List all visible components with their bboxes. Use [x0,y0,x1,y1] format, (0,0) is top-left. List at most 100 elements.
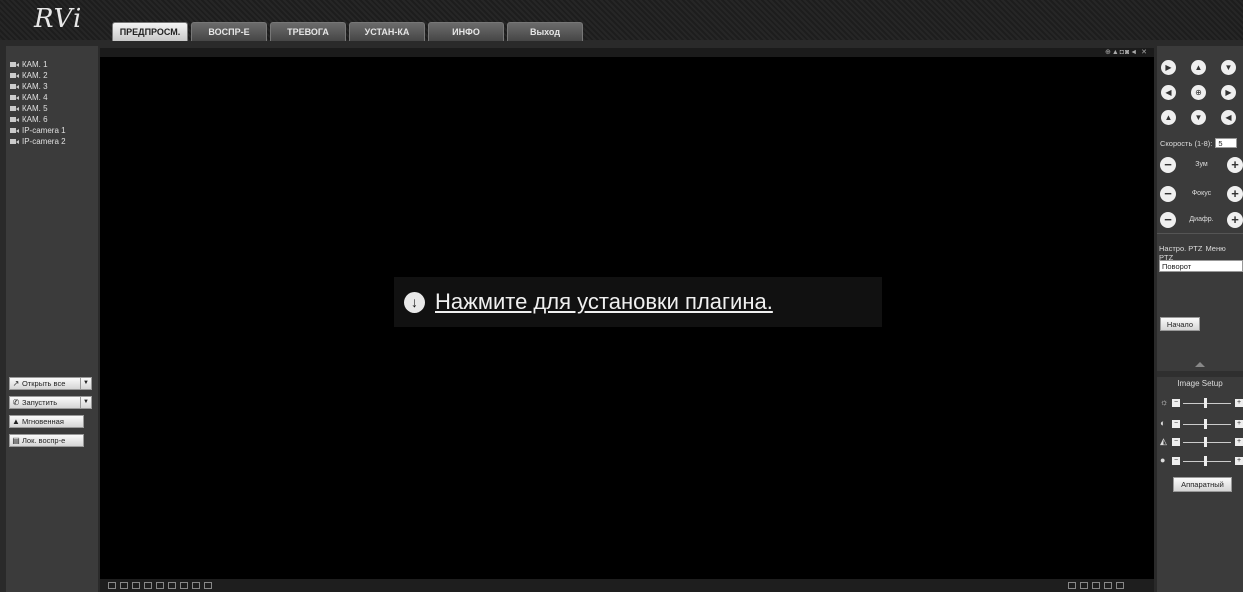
start-talk-button[interactable]: ✆ Запустить ▼ [9,396,92,409]
chevron-down-icon[interactable]: ▼ [80,397,91,408]
fullscreen-icon[interactable] [1080,582,1088,589]
ptz-up-button[interactable]: ▲ [1191,60,1206,75]
video-tool-icons[interactable]: ⊕▲◘◙◄ ✕ [1105,48,1148,56]
contrast-handle[interactable] [1204,419,1207,429]
brightness-minus-button[interactable]: − [1172,399,1180,407]
hue-icon: ● [1160,455,1166,465]
multi-view-icon[interactable] [1116,582,1124,589]
hue-minus-button[interactable]: − [1172,457,1180,465]
video-toolbar: ⊕▲◘◙◄ ✕ [100,48,1154,57]
snapshot-button[interactable]: ▲ Мгновенная [9,415,84,428]
speed-select[interactable]: 5 [1215,138,1238,148]
local-playback-button[interactable]: ▤ Лок. воспр-е [9,434,84,447]
tab-playback[interactable]: ВОСПР-Е [191,22,267,41]
camera-item[interactable]: КАМ. 4 [10,92,98,103]
tab-alarm[interactable]: ТРЕВОГА [270,22,346,41]
layout-icon[interactable] [180,582,188,589]
grid-view-icon[interactable] [1104,582,1112,589]
camera-label: КАМ. 4 [22,93,48,102]
action-buttons: ↗ Открыть все ▼ ✆ Запустить ▼ ▲ Мгновенная ▤ Л… [6,377,92,453]
ptz-down-left-button[interactable]: ▲ [1161,110,1176,125]
saturation-plus-button[interactable]: + [1235,438,1243,446]
zoom-in-button[interactable]: + [1227,157,1243,173]
ptz-zoom-area-button[interactable]: ⊕ [1191,85,1206,100]
collapse-icon[interactable] [1195,362,1205,367]
layout-icon[interactable] [204,582,212,589]
tab-logout[interactable]: Выход [507,22,583,41]
ptz-start-button[interactable]: Начало [1160,317,1200,331]
phone-icon: ✆ [12,398,20,407]
download-icon[interactable]: ↓ [404,291,425,313]
hue-handle[interactable] [1204,456,1207,466]
hue-plus-button[interactable]: + [1235,457,1243,465]
layout-icon[interactable] [156,582,164,589]
camera-item[interactable]: КАМ. 2 [10,70,98,81]
slider-track [1183,403,1231,404]
hardware-button[interactable]: Аппаратный [1173,477,1232,492]
camera-item[interactable]: IP-camera 2 [10,136,98,147]
camera-icon [10,73,19,78]
chevron-down-icon[interactable]: ▼ [80,378,91,389]
camera-panel: КАМ. 1 КАМ. 2 КАМ. 3 КАМ. 4 КАМ. 5 КАМ. … [6,46,98,592]
layout-icon[interactable] [108,582,116,589]
slider-track [1183,461,1231,462]
layout-icon[interactable] [168,582,176,589]
contrast-plus-button[interactable]: + [1235,420,1243,428]
camera-icon [10,84,19,89]
camera-label: КАМ. 1 [22,60,48,69]
brightness-plus-button[interactable]: + [1235,399,1243,407]
quad-view-icon[interactable] [1092,582,1100,589]
contrast-slider: ◐ − + [1160,418,1243,429]
tab-info[interactable]: ИНФО [428,22,504,41]
plugin-install-link[interactable]: Нажмите для установки плагина. [435,289,773,315]
saturation-handle[interactable] [1204,437,1207,447]
warning-icon: ▲ [12,417,20,426]
camera-label: КАМ. 5 [22,104,48,113]
ptz-panel: ▶ ▲ ▼ ◀ ⊕ ▶ ▲ ▼ ◀ Скорость (1-8): 5 − Зу… [1157,46,1243,592]
open-icon: ↗ [12,379,20,388]
iris-plus-button[interactable]: + [1227,212,1243,228]
layout-icon[interactable] [144,582,152,589]
ptz-up-right-button[interactable]: ▼ [1221,60,1236,75]
camera-label: IP-camera 1 [22,126,66,135]
view-buttons [1068,582,1124,589]
ptz-up-left-button[interactable]: ▶ [1161,60,1176,75]
ptz-mode-select[interactable]: Поворот [1159,260,1243,272]
camera-icon [10,139,19,144]
image-setup-title: Image Setup [1177,379,1223,388]
single-view-icon[interactable] [1068,582,1076,589]
tab-ptz-setup[interactable]: Настро. PTZ [1159,244,1202,253]
tab-setup[interactable]: УСТАН-КА [349,22,425,41]
focus-control: − Фокус + [1160,186,1243,203]
saturation-minus-button[interactable]: − [1172,438,1180,446]
camera-item[interactable]: КАМ. 5 [10,103,98,114]
camera-label: IP-camera 2 [22,137,66,146]
brightness-icon: ☼ [1160,397,1169,407]
layout-icon[interactable] [132,582,140,589]
plugin-install-banner: ↓ Нажмите для установки плагина. [394,277,882,327]
contrast-icon: ◐ [1160,418,1166,428]
camera-item[interactable]: КАМ. 6 [10,114,98,125]
layout-icon[interactable] [192,582,200,589]
camera-label: КАМ. 6 [22,115,48,124]
layout-icon[interactable] [120,582,128,589]
contrast-minus-button[interactable]: − [1172,420,1180,428]
camera-label: КАМ. 3 [22,82,48,91]
ptz-left-button[interactable]: ◀ [1161,85,1176,100]
ptz-down-button[interactable]: ▼ [1191,110,1206,125]
camera-icon [10,62,19,67]
saturation-icon: ◭ [1160,436,1167,446]
camera-item[interactable]: КАМ. 3 [10,81,98,92]
main-nav: ПРЕДПРОСМ. ВОСПР-Е ТРЕВОГА УСТАН-КА ИНФО… [112,22,583,41]
ptz-right-button[interactable]: ▶ [1221,85,1236,100]
camera-icon [10,117,19,122]
open-all-button[interactable]: ↗ Открыть все ▼ [9,377,92,390]
zoom-control: − Зум + [1160,157,1243,174]
ptz-down-right-button[interactable]: ◀ [1221,110,1236,125]
brightness-handle[interactable] [1204,398,1207,408]
camera-icon [10,95,19,100]
tab-preview[interactable]: ПРЕДПРОСМ. [112,22,188,41]
camera-item[interactable]: КАМ. 1 [10,59,98,70]
camera-item[interactable]: IP-camera 1 [10,125,98,136]
focus-plus-button[interactable]: + [1227,186,1243,202]
